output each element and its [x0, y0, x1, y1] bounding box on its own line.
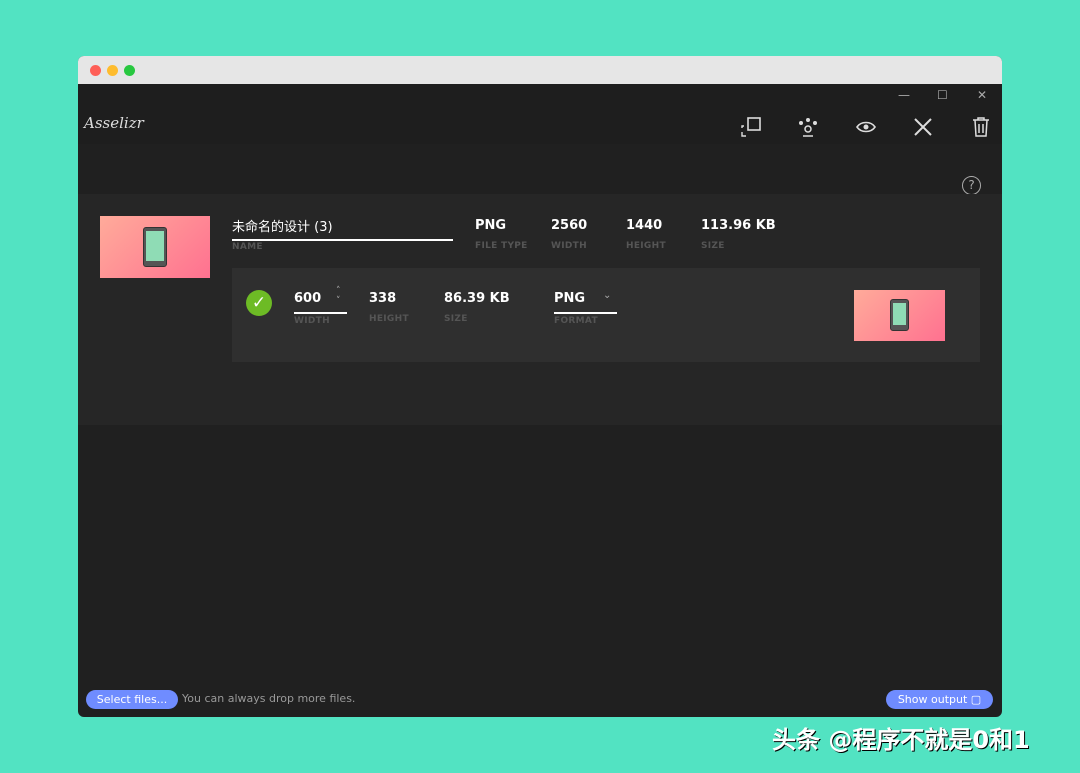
app-header: — ☐ ✕ Asselizr [78, 84, 1002, 144]
watermark: 头条 @程序不就是0和1 [772, 726, 1030, 754]
app-logo: Asselizr [84, 114, 144, 132]
close-dot[interactable] [90, 65, 101, 76]
output-width-input[interactable]: 600 [294, 291, 321, 306]
eye-icon[interactable] [855, 116, 877, 138]
tools-icon[interactable] [912, 116, 934, 138]
minimize-dot[interactable] [107, 65, 118, 76]
source-size-label: SIZE [701, 241, 725, 251]
width-underline [294, 312, 347, 314]
output-height: 338 [369, 291, 397, 306]
show-output-label: Show output [897, 693, 968, 706]
output-thumbnail [854, 290, 945, 341]
name-label: NAME [232, 242, 263, 252]
zoom-dot[interactable] [124, 65, 135, 76]
close-button[interactable]: ✕ [977, 88, 987, 102]
source-height-label: HEIGHT [626, 241, 666, 251]
name-underline [232, 239, 453, 241]
trash-icon[interactable] [970, 116, 992, 138]
output-size-label: SIZE [444, 314, 468, 324]
file-panel: 未命名的设计 (3) NAME PNG FILE TYPE 2560 WIDTH… [78, 194, 1002, 425]
format-underline [554, 312, 617, 314]
output-width-label: WIDTH [294, 316, 330, 326]
source-width-label: WIDTH [551, 241, 587, 251]
maximize-button[interactable]: ☐ [937, 88, 948, 102]
show-output-button[interactable]: Show output ▢ [886, 690, 993, 709]
file-name[interactable]: 未命名的设计 (3) [232, 216, 333, 235]
check-icon: ✓ [246, 290, 272, 316]
source-thumbnail [100, 216, 210, 278]
app-window: — ☐ ✕ Asselizr ? 未命名的设计 (3) NAME PNG FIL… [78, 56, 1002, 717]
phone-icon [890, 299, 909, 331]
help-icon[interactable]: ? [962, 176, 981, 195]
select-files-button[interactable]: Select files... [86, 690, 178, 709]
phone-icon [143, 227, 167, 267]
source-width: 2560 [551, 218, 588, 233]
output-height-label: HEIGHT [369, 314, 409, 324]
minimize-button[interactable]: — [898, 88, 910, 102]
format-select[interactable]: PNG [554, 291, 585, 306]
resize-icon[interactable] [740, 116, 762, 138]
drop-hint: You can always drop more files. [182, 692, 356, 705]
file-type: PNG [475, 218, 507, 233]
file-type-label: FILE TYPE [475, 241, 528, 251]
folder-icon: ▢ [970, 693, 982, 706]
format-label: FORMAT [554, 316, 598, 326]
source-height: 1440 [626, 218, 663, 233]
browser-chrome [78, 56, 1002, 84]
output-row: ✓ 600 ˄ ˅ WIDTH 338 HEIGHT 86.39 KB SIZE … [232, 268, 980, 362]
people-icon[interactable] [797, 116, 819, 138]
chevron-down-icon[interactable]: ⌄ [603, 290, 611, 301]
source-size: 113.96 KB [701, 218, 776, 233]
width-stepper[interactable]: ˄ ˅ [336, 286, 341, 306]
output-size: 86.39 KB [444, 291, 510, 306]
